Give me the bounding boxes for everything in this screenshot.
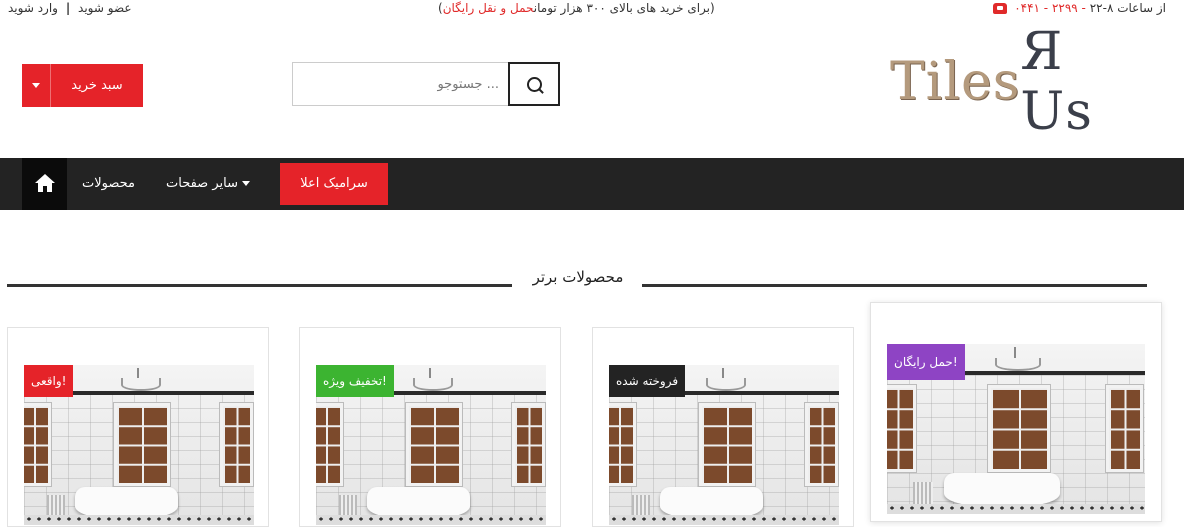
search-form <box>292 62 562 108</box>
nav-item-products[interactable]: محصولات <box>82 158 135 210</box>
cart-dropdown-toggle[interactable] <box>22 64 51 107</box>
free-shipping-notice: (برای خرید های بالای ۳۰۰ هزار تومانحمل و… <box>438 1 715 15</box>
section-heading: محصولات برتر <box>0 268 1184 298</box>
top-bar: عضو شوید | وارد شوید (برای خرید های بالا… <box>0 0 1184 22</box>
cart-label: سبد خرید <box>71 78 123 93</box>
hours-label: از ساعات ۸-۲۲ <box>1089 1 1166 15</box>
section-title: محصولات برتر <box>532 268 624 286</box>
cart-button[interactable]: سبد خرید <box>22 64 143 107</box>
login-link[interactable]: وارد شوید <box>8 1 58 15</box>
search-button[interactable] <box>508 62 560 106</box>
divider-left <box>7 284 512 287</box>
product-card-hovered[interactable]: !حمل رایگان <box>870 302 1162 522</box>
main-navbar: محصولات سایر صفحات سرامیک اعلا <box>0 158 1184 210</box>
product-card[interactable]: !تخفیف ویژه <box>299 327 561 527</box>
nav-item-other-pages-label: سایر صفحات <box>166 176 238 191</box>
logo-part-1: Til <box>890 52 961 112</box>
logo-part-2: es <box>960 52 1021 112</box>
home-button[interactable] <box>22 158 67 210</box>
product-card[interactable]: فروخته شده <box>592 327 854 527</box>
site-logo[interactable]: Til es Я Us <box>890 22 1120 142</box>
chevron-down-icon <box>32 83 40 88</box>
search-input[interactable] <box>292 62 509 106</box>
promo-tail: ) <box>710 1 715 15</box>
home-icon <box>34 174 55 192</box>
contact-hours: از ساعات ۸-۲۲ - ۲۲۹۹ - ۰۴۴۱ <box>993 1 1166 15</box>
nav-item-other-pages[interactable]: سایر صفحات <box>166 158 250 210</box>
auth-separator: | <box>65 1 71 15</box>
product-badge: !حمل رایگان <box>887 344 965 380</box>
product-badge: !تخفیف ویژه <box>316 365 394 397</box>
product-card[interactable]: !واقعی <box>7 327 269 527</box>
nav-item-ceramic[interactable]: سرامیک اعلا <box>280 163 388 205</box>
product-badge: فروخته شده <box>609 365 686 397</box>
promo-highlight: حمل و نقل رایگان <box>442 1 534 15</box>
search-icon <box>526 76 542 92</box>
signup-link[interactable]: عضو شوید <box>78 1 131 15</box>
phone-number[interactable]: - ۲۲۹۹ - ۰۴۴۱ <box>1014 1 1086 15</box>
logo-part-3: Я Us <box>1020 22 1093 142</box>
phone-icon <box>993 3 1008 14</box>
auth-links: عضو شوید | وارد شوید <box>8 1 132 15</box>
product-badge: !واقعی <box>24 365 74 397</box>
divider-right <box>642 284 1147 287</box>
chevron-down-icon <box>241 181 250 186</box>
